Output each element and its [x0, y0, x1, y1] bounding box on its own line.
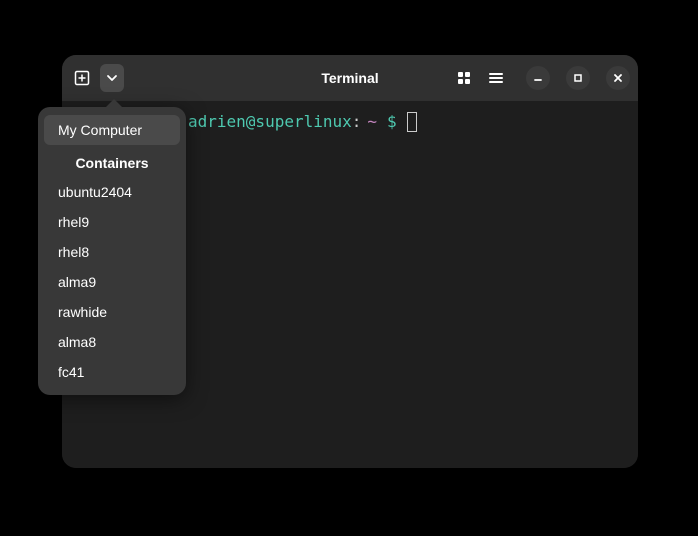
prompt-symbol: $ [387, 111, 397, 133]
terminal-cursor [407, 112, 417, 132]
popover-item-container[interactable]: alma9 [44, 267, 180, 297]
prompt-colon: : [352, 111, 362, 133]
maximize-icon [573, 73, 583, 83]
popover-item-container[interactable]: rhel9 [44, 207, 180, 237]
menu-button[interactable] [482, 64, 510, 92]
popover-item-container[interactable]: fc41 [44, 357, 180, 387]
prompt-user-host: adrien@superlinux [188, 111, 352, 133]
grid-icon [456, 70, 472, 86]
close-icon [613, 73, 623, 83]
popover-item-container[interactable]: rhel8 [44, 237, 180, 267]
plus-box-icon [74, 70, 90, 86]
minimize-icon [533, 73, 543, 83]
minimize-button[interactable] [526, 66, 550, 90]
popover-item-container[interactable]: rawhide [44, 297, 180, 327]
maximize-button[interactable] [566, 66, 590, 90]
close-button[interactable] [606, 66, 630, 90]
popover-item-container[interactable]: ubuntu2404 [44, 177, 180, 207]
hamburger-icon [488, 70, 504, 86]
popover-section-heading: Containers [38, 145, 186, 177]
new-tab-dropdown-button[interactable] [100, 64, 124, 92]
new-tab-popover: My Computer Containers ubuntu2404 rhel9 … [38, 107, 186, 395]
new-tab-button[interactable] [70, 64, 94, 92]
popover-item-container[interactable]: alma8 [44, 327, 180, 357]
window-title: Terminal [321, 70, 378, 86]
popover-item-my-computer[interactable]: My Computer [44, 115, 180, 145]
headerbar: Terminal [62, 55, 638, 101]
chevron-down-icon [106, 72, 118, 84]
tabs-grid-button[interactable] [450, 64, 478, 92]
prompt-path: ~ [367, 111, 377, 133]
